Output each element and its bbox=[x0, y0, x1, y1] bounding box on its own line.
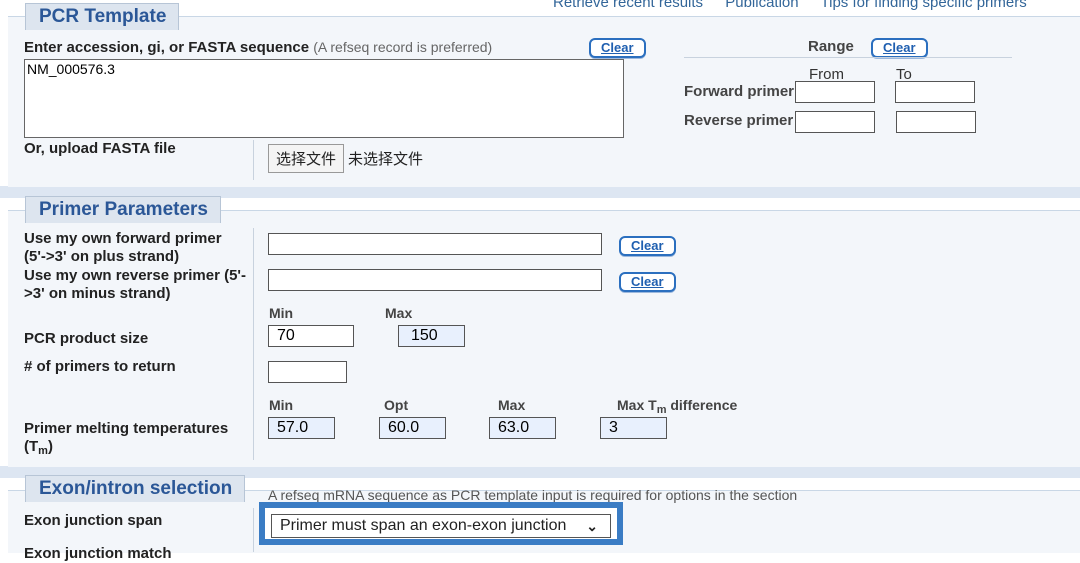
exon-junction-selected-value: Primer must span an exon-exon junction bbox=[280, 517, 567, 534]
own-forward-primer-label: Use my own forward primer (5'->3' on plu… bbox=[24, 230, 222, 265]
reverse-primer-range-label: Reverse primer bbox=[684, 112, 794, 129]
reverse-from-input[interactable] bbox=[795, 111, 875, 133]
clear-reverse-primer-button[interactable]: Clear bbox=[619, 272, 676, 292]
pcr-product-size-label: PCR product size bbox=[24, 330, 149, 347]
chevron-down-icon: ⌄ bbox=[586, 518, 598, 534]
range-divider bbox=[684, 57, 1012, 58]
tm-max-label: Max bbox=[498, 397, 526, 413]
product-min-input[interactable] bbox=[268, 325, 354, 347]
exon-junction-select[interactable]: Primer must span an exon-exon junction ⌄ bbox=[271, 514, 611, 538]
divider bbox=[253, 140, 254, 180]
divider bbox=[253, 508, 254, 552]
reverse-to-input[interactable] bbox=[896, 111, 976, 133]
exon-intron-note: A refseq mRNA sequence as PCR template i… bbox=[268, 487, 798, 503]
publication-link[interactable]: Publication bbox=[725, 0, 798, 11]
top-links: Retrieve recent results Publication Tips… bbox=[553, 0, 1045, 11]
forward-primer-range-label: Forward primer bbox=[684, 83, 795, 100]
tm-opt-input[interactable] bbox=[379, 417, 446, 439]
accession-note: (A refseq record is preferred) bbox=[313, 39, 493, 55]
tm-opt-label: Opt bbox=[384, 397, 409, 413]
choose-file-button[interactable]: 选择文件 bbox=[268, 144, 345, 173]
clear-forward-primer-button[interactable]: Clear bbox=[619, 236, 676, 256]
own-reverse-primer-label: Use my own reverse primer (5'- >3' on mi… bbox=[24, 267, 246, 302]
exon-intron-legend: Exon/intron selection bbox=[25, 475, 246, 502]
divider bbox=[253, 228, 254, 460]
primer-parameters-legend: Primer Parameters bbox=[25, 196, 221, 223]
tm-min-label: Min bbox=[269, 397, 294, 413]
pcr-template-legend: PCR Template bbox=[25, 3, 180, 30]
forward-to-input[interactable] bbox=[895, 81, 975, 103]
tips-link[interactable]: Tips for finding specific primers bbox=[821, 0, 1027, 11]
clear-sequence-button[interactable]: Clear bbox=[589, 38, 646, 58]
sequence-textarea[interactable]: NM_000576.3 bbox=[24, 59, 624, 138]
own-forward-primer-input[interactable] bbox=[268, 233, 602, 255]
product-max-label: Max bbox=[385, 305, 413, 321]
file-upload: 选择文件 未选择文件 bbox=[268, 144, 423, 173]
num-primers-label: # of primers to return bbox=[24, 358, 176, 375]
accession-label: Enter accession, gi, or FASTA sequence (… bbox=[24, 39, 493, 56]
range-title: Range bbox=[808, 38, 854, 55]
exon-junction-match-label: Exon junction match bbox=[24, 545, 172, 562]
no-file-status: 未选择文件 bbox=[348, 151, 424, 168]
exon-junction-span-label: Exon junction span bbox=[24, 512, 163, 529]
own-reverse-primer-input[interactable] bbox=[268, 269, 602, 291]
clear-range-button[interactable]: Clear bbox=[871, 38, 928, 58]
product-max-input[interactable] bbox=[398, 325, 465, 347]
tm-max-input[interactable] bbox=[489, 417, 556, 439]
exon-junction-select-focus: Primer must span an exon-exon junction ⌄ bbox=[259, 502, 623, 545]
melting-temp-label: Primer melting temperatures (Tm) bbox=[24, 420, 229, 457]
product-min-label: Min bbox=[269, 305, 294, 321]
num-primers-input[interactable] bbox=[268, 361, 347, 383]
tm-difference-label: Max Tm difference bbox=[617, 397, 738, 416]
forward-from-input[interactable] bbox=[795, 81, 875, 103]
tm-difference-input[interactable] bbox=[600, 417, 667, 439]
tm-min-input[interactable] bbox=[268, 417, 335, 439]
upload-label: Or, upload FASTA file bbox=[24, 140, 176, 157]
retrieve-results-link[interactable]: Retrieve recent results bbox=[553, 0, 703, 11]
